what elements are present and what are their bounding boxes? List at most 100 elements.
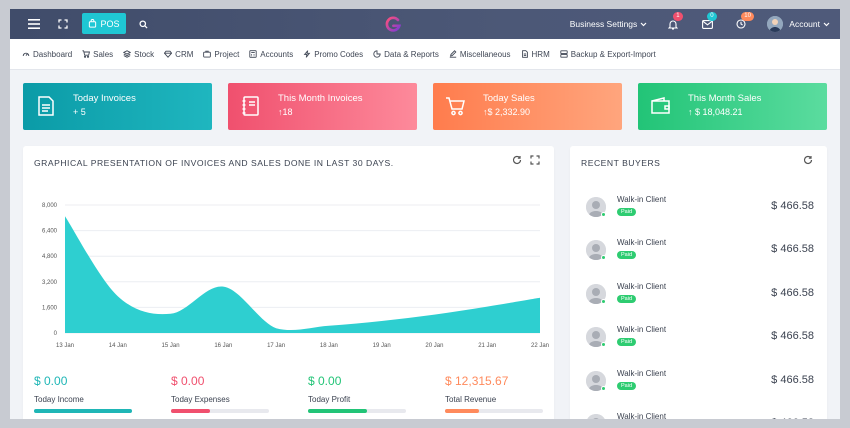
menu-item-project[interactable]: Project — [203, 50, 239, 59]
search-icon[interactable] — [135, 16, 151, 32]
x-tick-label: 18 Jan — [320, 343, 338, 349]
edit-icon — [449, 50, 457, 58]
menu-item-sales[interactable]: Sales — [82, 50, 113, 59]
buyer-row[interactable]: Walk-in ClientPaid$ 466.58 — [586, 282, 814, 312]
summary-progress — [171, 409, 269, 413]
stat-month-sales[interactable]: This Month Sales ↑ $ 18,048.21 — [638, 83, 827, 130]
buyer-avatar — [586, 414, 606, 419]
refresh-icon[interactable] — [512, 155, 522, 165]
cart-icon — [82, 50, 91, 58]
chart-panel-title: GRAPHICAL PRESENTATION OF INVOICES AND S… — [34, 158, 394, 168]
tasks-badge: 10 — [741, 12, 754, 21]
user-avatar[interactable] — [767, 16, 784, 32]
buyer-amount: $ 466.58 — [771, 417, 814, 419]
stat-value: + 5 — [73, 107, 86, 117]
online-status-dot — [601, 299, 606, 304]
x-tick-label: 22 Jan — [531, 343, 549, 349]
menu-item-stock[interactable]: Stock — [123, 50, 154, 59]
buyer-row[interactable]: Walk-in ClientPaid$ 466.58 — [586, 238, 814, 268]
chevron-down-icon — [823, 22, 830, 26]
menu-label: Promo Codes — [314, 49, 364, 59]
chevron-down-icon — [640, 22, 647, 26]
buyer-amount: $ 466.58 — [771, 330, 814, 342]
y-tick-label: 8,000 — [42, 203, 58, 209]
menu-label: HRM — [531, 49, 550, 59]
buyer-row[interactable]: Walk-in ClientPaid$ 466.58 — [586, 325, 814, 355]
topbar-right: Business Settings 1 0 10 Account — [570, 9, 830, 39]
x-tick-label: 16 Jan — [214, 343, 232, 349]
menu-label: CRM — [175, 49, 194, 59]
summary-progress-fill — [34, 409, 132, 413]
messages-badge: 0 — [707, 12, 717, 21]
diamond-icon — [164, 50, 173, 58]
buyer-row[interactable]: Walk-in ClientPaid$ 466.58 — [586, 195, 814, 225]
summary-today-income: $ 0.00 Today Income — [34, 374, 144, 413]
stat-value: ↑ $ 18,048.21 — [688, 107, 743, 117]
buyer-name: Walk-in Client — [617, 325, 667, 334]
cart-icon — [446, 97, 465, 116]
menu-label: Stock — [134, 49, 155, 59]
summary-progress — [445, 409, 543, 413]
business-settings-dropdown[interactable]: Business Settings — [570, 19, 648, 29]
menu-item-promo-codes[interactable]: Promo Codes — [303, 50, 363, 59]
x-tick-label: 20 Jan — [425, 343, 443, 349]
summary-progress-fill — [445, 409, 479, 413]
stat-today-sales[interactable]: Today Sales ↑$ 2,332.90 — [433, 83, 622, 130]
expand-icon[interactable] — [530, 155, 540, 165]
summary-label: Today Profit — [308, 395, 351, 404]
briefcase-icon — [203, 50, 212, 58]
summary-today-profit: $ 0.00 Today Profit — [308, 374, 418, 413]
stat-value: ↑18 — [278, 107, 293, 117]
account-dropdown[interactable]: Account — [789, 19, 830, 29]
bolt-icon — [303, 50, 311, 58]
chart-panel: GRAPHICAL PRESENTATION OF INVOICES AND S… — [23, 146, 554, 419]
summary-label: Today Expenses — [171, 395, 230, 404]
notifications-button[interactable]: 1 — [661, 9, 685, 39]
brand-logo[interactable] — [384, 15, 402, 33]
messages-button[interactable]: 0 — [695, 9, 719, 39]
menu-item-accounts[interactable]: Accounts — [249, 50, 293, 59]
x-tick-label: 14 Jan — [109, 343, 127, 349]
pie-icon — [373, 50, 381, 58]
refresh-icon[interactable] — [803, 155, 813, 165]
menu-label: Project — [214, 49, 240, 59]
buyer-name: Walk-in Client — [617, 282, 667, 291]
menu-item-miscellaneous[interactable]: Miscellaneous — [449, 50, 511, 59]
stat-title: This Month Sales — [688, 93, 762, 104]
menu-item-data-reports[interactable]: Data & Reports — [373, 50, 439, 59]
summary-amount: $ 0.00 — [171, 374, 205, 388]
x-tick-label: 15 Jan — [162, 343, 180, 349]
buyer-row[interactable]: Walk-in ClientPaid$ 466.58 — [586, 412, 814, 419]
hamburger-menu-icon[interactable] — [26, 16, 42, 32]
summary-today-expenses: $ 0.00 Today Expenses — [171, 374, 281, 413]
menu-item-dashboard[interactable]: Dashboard — [22, 50, 72, 59]
menu-label: Data & Reports — [384, 49, 439, 59]
pos-label: POS — [100, 18, 120, 29]
menu-label: Accounts — [260, 49, 294, 59]
business-settings-label: Business Settings — [569, 19, 638, 29]
menu-item-backup[interactable]: Backup & Export-Import — [560, 50, 656, 59]
online-status-dot — [601, 212, 606, 217]
fullscreen-icon[interactable] — [55, 16, 71, 32]
x-tick-label: 13 Jan — [56, 343, 74, 349]
dashboard-icon — [22, 52, 30, 57]
menu-item-hrm[interactable]: HRM — [521, 50, 550, 59]
stat-month-invoices[interactable]: This Month Invoices ↑18 — [228, 83, 417, 130]
notifications-badge: 1 — [673, 12, 683, 21]
paid-badge: Paid — [617, 382, 637, 390]
y-tick-label: 6,400 — [42, 229, 58, 235]
buyer-row[interactable]: Walk-in ClientPaid$ 466.58 — [586, 369, 814, 399]
stat-today-invoices[interactable]: Today Invoices + 5 — [23, 83, 212, 130]
buyer-amount: $ 466.58 — [771, 287, 814, 299]
summary-label: Today Income — [34, 395, 84, 404]
buyer-amount: $ 466.58 — [771, 200, 814, 212]
menu-item-crm[interactable]: CRM — [164, 50, 193, 59]
x-tick-label: 17 Jan — [267, 343, 285, 349]
summary-progress — [34, 409, 132, 413]
pos-button[interactable]: POS — [82, 13, 126, 34]
account-label: Account — [789, 19, 820, 29]
notebook-icon — [242, 96, 259, 116]
online-status-dot — [601, 386, 606, 391]
paid-badge: Paid — [617, 208, 637, 216]
tasks-button[interactable]: 10 — [729, 9, 754, 39]
